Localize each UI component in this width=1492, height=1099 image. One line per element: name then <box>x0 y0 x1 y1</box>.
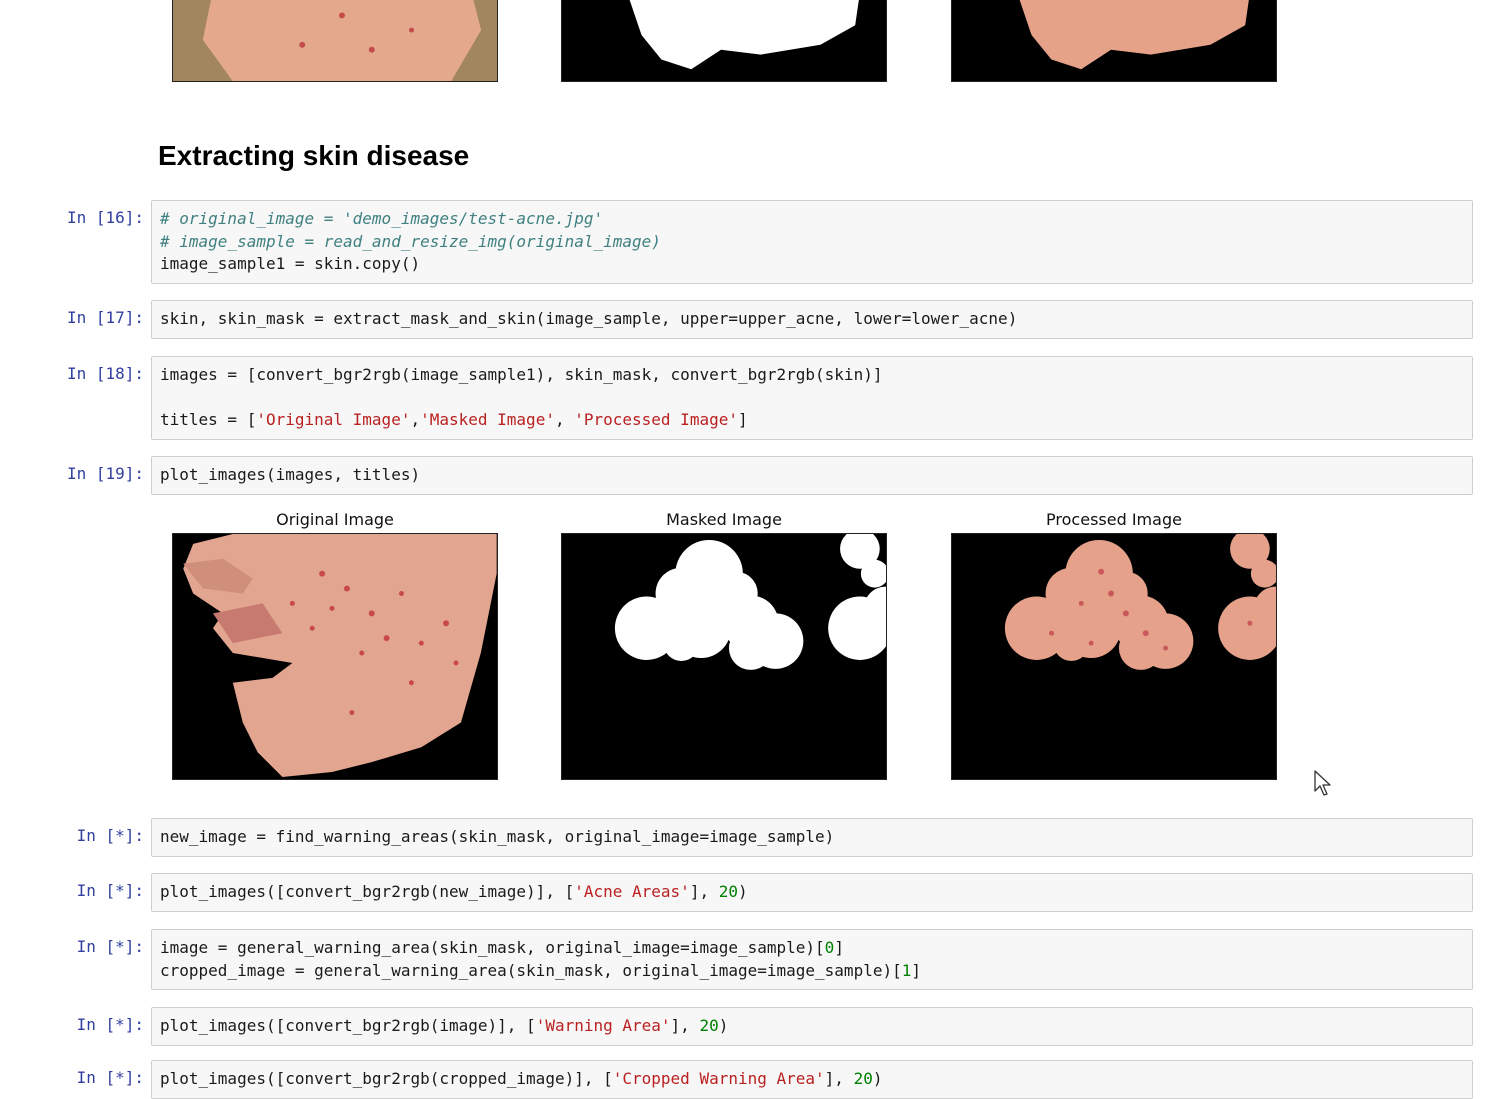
code-token: 20 <box>699 1016 719 1035</box>
code-token: images = [convert_bgr2rgb(image_sample1)… <box>160 365 883 384</box>
original-image <box>172 533 498 780</box>
code-line: skin, skin_mask = extract_mask_and_skin(… <box>160 308 1464 331</box>
code-line: plot_images([convert_bgr2rgb(new_image)]… <box>160 881 1464 904</box>
code-token: plot_images(images, titles) <box>160 465 421 484</box>
code-cell-input[interactable]: # original_image = 'demo_images/test-acn… <box>151 200 1473 284</box>
code-token: ) <box>872 1069 883 1088</box>
cell-prompt: In [*]: <box>76 1015 144 1034</box>
code-token: , <box>410 410 421 429</box>
code-token: 20 <box>718 882 738 901</box>
code-line: new_image = find_warning_areas(skin_mask… <box>160 826 1464 849</box>
code-token: ], <box>824 1069 854 1088</box>
prev-original-image <box>172 0 498 82</box>
code-cell-input[interactable]: skin, skin_mask = extract_mask_and_skin(… <box>151 300 1473 339</box>
code-cell-input[interactable]: plot_images([convert_bgr2rgb(cropped_ima… <box>151 1060 1473 1099</box>
code-cell-input[interactable]: new_image = find_warning_areas(skin_mask… <box>151 818 1473 857</box>
code-line: image_sample1 = skin.copy() <box>160 253 1464 276</box>
code-cell-input[interactable]: plot_images([convert_bgr2rgb(image)], ['… <box>151 1007 1473 1046</box>
code-line: image = general_warning_area(skin_mask, … <box>160 937 1464 960</box>
figure-title-masked: Masked Image <box>666 510 782 529</box>
masked-image <box>561 533 887 780</box>
code-token: image_sample1 = skin.copy() <box>160 254 421 273</box>
code-token: ], <box>670 1016 700 1035</box>
code-cell-input[interactable]: plot_images(images, titles) <box>151 456 1473 495</box>
cell-prompt: In [19]: <box>66 464 144 483</box>
code-token: 'Acne Areas' <box>574 882 690 901</box>
code-token: titles = [ <box>160 410 257 429</box>
code-line: plot_images([convert_bgr2rgb(image)], ['… <box>160 1015 1464 1038</box>
section-heading: Extracting skin disease <box>158 140 470 171</box>
cell-prompt: In [*]: <box>76 881 144 900</box>
code-token: plot_images([convert_bgr2rgb(new_image)]… <box>160 882 575 901</box>
code-token: # original_image = 'demo_images/test-acn… <box>160 209 604 228</box>
code-line: titles = ['Original Image','Masked Image… <box>160 409 1464 432</box>
code-line: # original_image = 'demo_images/test-acn… <box>160 208 1464 231</box>
code-token: 'Masked Image' <box>420 410 555 429</box>
code-line: cropped_image = general_warning_area(ski… <box>160 960 1464 983</box>
prev-processed-image <box>951 0 1277 82</box>
code-token: ) <box>718 1016 729 1035</box>
code-token: image = general_warning_area(skin_mask, … <box>160 938 825 957</box>
code-token: skin, skin_mask = extract_mask_and_skin(… <box>160 309 1018 328</box>
code-token: 'Processed Image' <box>574 410 738 429</box>
figure-title-original: Original Image <box>276 510 394 529</box>
code-token: 0 <box>824 938 835 957</box>
code-token: ] <box>911 960 922 980</box>
mouse-cursor-icon <box>1314 770 1331 796</box>
code-token: 1 <box>901 960 912 980</box>
prev-masked-image <box>561 0 887 82</box>
code-token: new_image = find_warning_areas(skin_mask… <box>160 827 835 846</box>
cell-prompt: In [*]: <box>76 937 144 956</box>
code-token: 'Original Image' <box>256 410 411 429</box>
cell-prompt: In [18]: <box>66 364 144 383</box>
code-cell-input[interactable]: image = general_warning_area(skin_mask, … <box>151 929 1473 990</box>
code-token: 'Warning Area' <box>535 1016 671 1035</box>
code-cell-input[interactable]: plot_images([convert_bgr2rgb(new_image)]… <box>151 873 1473 912</box>
code-token: plot_images([convert_bgr2rgb(cropped_ima… <box>160 1069 613 1088</box>
code-token: ) <box>737 882 748 901</box>
code-line: images = [convert_bgr2rgb(image_sample1)… <box>160 364 1464 387</box>
code-token: ] <box>737 410 748 429</box>
code-line: plot_images([convert_bgr2rgb(cropped_ima… <box>160 1068 1464 1091</box>
cell-prompt: In [*]: <box>76 826 144 845</box>
code-token: plot_images([convert_bgr2rgb(image)], [ <box>160 1016 536 1035</box>
figure-title-processed: Processed Image <box>1046 510 1182 529</box>
code-token: ], <box>689 882 719 901</box>
code-token: 20 <box>853 1069 873 1088</box>
code-token: 'Cropped Warning Area' <box>612 1069 825 1088</box>
cell-prompt: In [16]: <box>66 208 144 227</box>
code-line: # image_sample = read_and_resize_img(ori… <box>160 231 1464 254</box>
code-token: , <box>554 410 575 429</box>
cell-prompt: In [*]: <box>76 1068 144 1087</box>
code-token: # image_sample = read_and_resize_img(ori… <box>160 231 661 251</box>
code-token: cropped_image = general_warning_area(ski… <box>160 960 902 980</box>
code-token: ] <box>834 938 844 957</box>
processed-image <box>951 533 1277 780</box>
code-cell-input[interactable]: images = [convert_bgr2rgb(image_sample1)… <box>151 356 1473 440</box>
code-line: plot_images(images, titles) <box>160 464 1464 487</box>
cell-prompt: In [17]: <box>66 308 144 327</box>
